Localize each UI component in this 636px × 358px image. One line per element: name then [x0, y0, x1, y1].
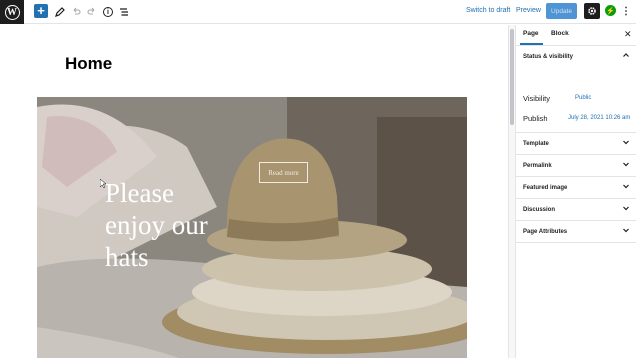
plus-icon[interactable]: + [34, 4, 48, 18]
cover-heading-line: Please [105, 178, 174, 208]
chevron-down-icon [623, 206, 629, 211]
close-icon[interactable]: ✕ [624, 29, 632, 40]
panel-title: Template [523, 141, 549, 147]
cover-heading[interactable]: Please enjoy our hats [105, 177, 265, 273]
preview-button[interactable]: Preview [516, 7, 541, 14]
pencil-icon[interactable] [52, 4, 68, 20]
panel-featured-image[interactable]: Featured image [516, 177, 636, 199]
visibility-label: Visibility [523, 94, 550, 103]
editor-toolbar: W + i Switch to draft Preview Update ⚡ ⋮ [0, 0, 636, 24]
cover-block[interactable]: Please enjoy our hats Read more [37, 97, 467, 358]
scrollbar-thumb[interactable] [510, 29, 514, 125]
panel-template[interactable]: Template [516, 133, 636, 155]
cover-heading-line: enjoy our [105, 210, 208, 240]
page-title[interactable]: Home [65, 54, 112, 74]
panel-page-attributes[interactable]: Page Attributes [516, 221, 636, 243]
panel-status-visibility: Status & visibility Visibility Public Pu… [516, 46, 636, 133]
cover-heading-line: hats [105, 242, 149, 272]
panel-title: Page Attributes [523, 229, 568, 235]
visibility-value[interactable]: Public [575, 95, 591, 101]
settings-sidebar: Page Block ✕ Status & visibility Visibil… [515, 25, 636, 358]
update-button[interactable]: Update [546, 3, 577, 19]
panel-title: Discussion [523, 207, 556, 213]
info-icon[interactable]: i [100, 4, 116, 20]
more-options-icon[interactable]: ⋮ [621, 4, 631, 20]
undo-icon[interactable] [68, 4, 84, 20]
redo-icon[interactable] [84, 4, 100, 20]
tab-page[interactable]: Page [520, 30, 542, 45]
editor-canvas: Home Please enjoy our hats Read more [0, 25, 508, 358]
panel-discussion[interactable]: Discussion [516, 199, 636, 221]
chevron-up-icon[interactable] [622, 51, 630, 59]
jetpack-icon[interactable]: ⚡ [605, 5, 616, 16]
chevron-down-icon [623, 140, 629, 145]
wordpress-logo-icon[interactable]: W [0, 0, 24, 24]
read-more-button[interactable]: Read more [259, 162, 308, 183]
publish-date-value[interactable]: July 28, 2021 10:26 am [568, 115, 630, 121]
chevron-down-icon [623, 184, 629, 189]
gear-icon[interactable] [584, 3, 600, 19]
block-editor: W + i Switch to draft Preview Update ⚡ ⋮… [0, 0, 636, 358]
mouse-cursor-icon [100, 179, 107, 188]
list-view-icon[interactable] [116, 4, 132, 20]
panel-title[interactable]: Status & visibility [523, 54, 573, 60]
panel-title: Featured image [523, 185, 568, 191]
publish-label: Publish [523, 114, 548, 123]
chevron-down-icon [623, 162, 629, 167]
tab-block[interactable]: Block [551, 30, 569, 37]
switch-to-draft-button[interactable]: Switch to draft [466, 7, 510, 14]
panel-title: Permalink [523, 163, 552, 169]
canvas-scrollbar[interactable] [508, 25, 515, 358]
sidebar-tabs: Page Block ✕ [516, 25, 636, 46]
panel-permalink[interactable]: Permalink [516, 155, 636, 177]
chevron-down-icon [623, 228, 629, 233]
